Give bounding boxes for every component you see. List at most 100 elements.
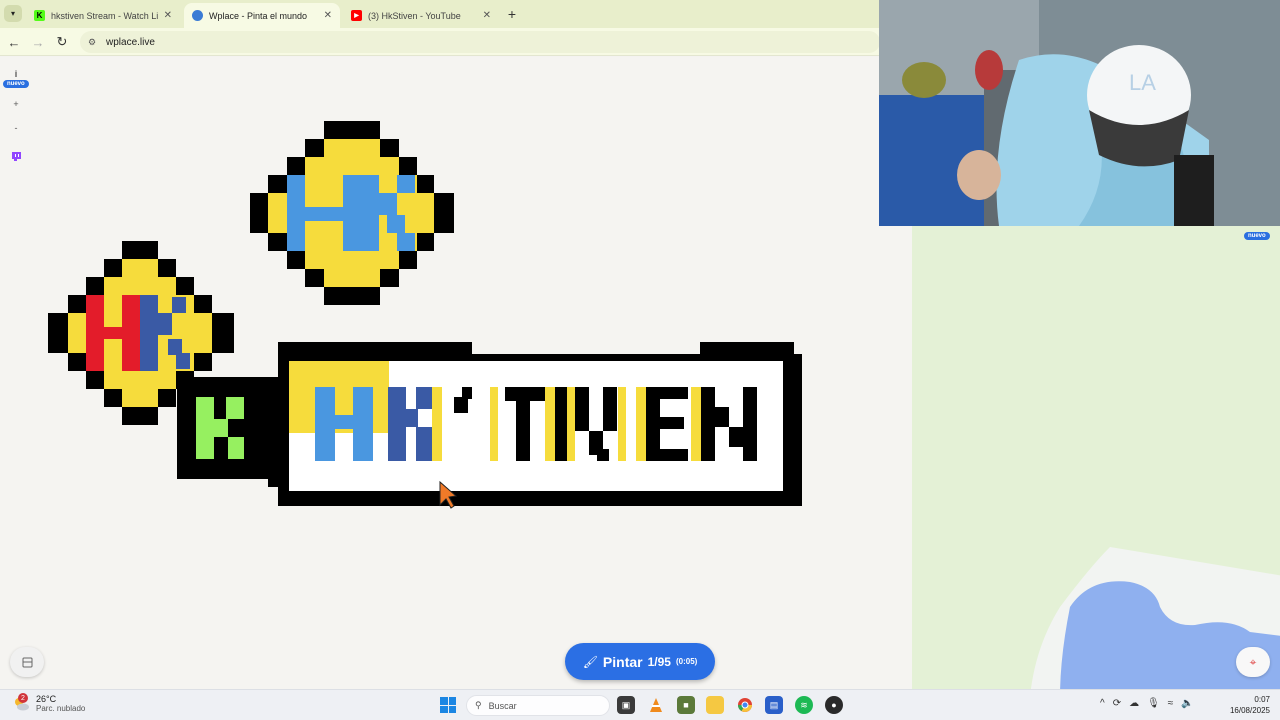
tab-wplace[interactable]: Wplace - Pinta el mundo ✕ [184, 3, 340, 28]
pixel-block [660, 387, 688, 399]
volume-icon[interactable]: 🔈 [1181, 698, 1193, 709]
weather-icon: 2 [12, 693, 30, 712]
paint-button[interactable]: 🖌 Pintar 1/95 (0:05) [565, 643, 715, 680]
zoom-out-button[interactable]: - [9, 121, 23, 135]
windows-start-icon[interactable] [440, 697, 456, 713]
weather-widget[interactable]: 2 26°C Parc. nublado [12, 693, 86, 714]
pixel-block [278, 342, 472, 354]
locate-button[interactable]: ⌖ [1236, 647, 1270, 677]
clock[interactable]: 0:07 16/08/2025 [1222, 694, 1270, 716]
wifi-icon[interactable]: ≈ [1168, 698, 1174, 709]
globe-icon [192, 10, 203, 21]
svg-text:LA: LA [1129, 70, 1156, 95]
pixel-block [379, 193, 397, 215]
pixel-block [196, 397, 214, 459]
reload-icon[interactable]: ↻ [53, 33, 71, 51]
alert-count: 2 [18, 693, 28, 703]
pixel-block [324, 287, 380, 305]
tab-kick-stream[interactable]: K hkstiven Stream - Watch Live o ✕ [26, 3, 180, 28]
pixel-block [416, 427, 432, 461]
vlc-icon[interactable] [647, 696, 665, 714]
pixel-block [268, 377, 288, 487]
weather-condition: Parc. nublado [36, 704, 86, 713]
pixel-block [361, 175, 379, 251]
pixel-block [597, 449, 609, 461]
tab-search-button[interactable]: ▾ [4, 5, 22, 22]
cloud-icon[interactable]: ☁ [1129, 698, 1139, 709]
brush-icon: 🖌 [582, 654, 598, 669]
taskbar-search[interactable]: ⚲ Buscar [466, 695, 610, 716]
pixel-block [140, 295, 158, 371]
pixel-block [335, 415, 353, 429]
pixel-block [505, 387, 549, 401]
pixel-block [387, 215, 405, 233]
pixel-block [454, 397, 468, 413]
pixel-block [432, 387, 442, 461]
clock-time: 0:07 [1254, 695, 1270, 704]
pixel-block [168, 339, 182, 355]
close-icon[interactable]: ✕ [164, 10, 172, 21]
clock-date: 16/08/2025 [1229, 706, 1270, 715]
spotify-icon[interactable]: ≋ [795, 696, 813, 714]
new-badge: nuevo [1244, 232, 1270, 240]
close-icon[interactable]: ✕ [324, 10, 332, 21]
pixel-block [567, 387, 575, 461]
pixel-block [700, 342, 794, 354]
pixel-block [104, 371, 176, 389]
pixel-block [305, 207, 343, 221]
pixel-block [575, 387, 589, 431]
obs-icon[interactable]: ● [825, 696, 843, 714]
pixel-block [715, 407, 729, 427]
back-icon[interactable]: ← [5, 33, 23, 51]
pixel-block [104, 327, 122, 339]
tab-label: Wplace - Pinta el mundo [209, 10, 308, 21]
paint-timer: (0:05) [675, 657, 698, 666]
pixel-block [324, 269, 380, 287]
minecraft-icon[interactable]: ■ [677, 696, 695, 714]
webcam-overlay: LA [879, 0, 1280, 226]
pixel-block [743, 387, 757, 461]
chrome-icon[interactable] [736, 696, 754, 714]
youtube-icon: ▶ [351, 10, 362, 21]
store-icon[interactable]: ▤ [765, 696, 783, 714]
grid-icon [22, 657, 32, 667]
system-tray: ^ ⟳ ☁ 🎙 ≈ 🔈 [1100, 698, 1194, 709]
file-explorer-icon[interactable] [706, 696, 724, 714]
mic-icon[interactable]: 🎙 [1147, 698, 1160, 709]
tab-youtube[interactable]: ▶ (3) HkStiven - YouTube ✕ [343, 3, 499, 28]
pixel-block [397, 175, 415, 193]
zoom-in-button[interactable]: + [9, 97, 23, 111]
pixel-block [122, 407, 158, 425]
crosshair-icon: ⌖ [1249, 654, 1257, 669]
taskbar: 2 26°C Parc. nublado ⚲ Buscar ▣ ■ ▤ ≋ ● … [0, 689, 1280, 720]
pixel-block [122, 295, 140, 371]
pixel-block [226, 397, 244, 419]
new-badge: nuevo [3, 80, 29, 88]
close-icon[interactable]: ✕ [483, 10, 491, 21]
pixel-block [278, 494, 398, 506]
task-view-icon[interactable]: ▣ [617, 696, 635, 714]
palette-toggle-button[interactable] [10, 647, 44, 677]
new-tab-button[interactable]: + [504, 5, 520, 22]
address-bar[interactable]: ⚙ wplace.live [80, 31, 880, 53]
twitch-icon[interactable] [9, 149, 23, 163]
paint-label: Pintar [602, 653, 643, 670]
pixel-block [462, 387, 472, 399]
chevron-up-icon[interactable]: ^ [1100, 698, 1105, 709]
pixel-block [388, 387, 406, 461]
emblem-top [250, 121, 454, 305]
pixel-block [122, 241, 158, 259]
pixel-block [228, 437, 244, 459]
pixel-block [324, 121, 380, 139]
info-icon[interactable]: i [9, 67, 23, 81]
search-placeholder: Buscar [488, 700, 517, 711]
forward-icon[interactable]: → [29, 33, 47, 51]
sync-icon[interactable]: ⟳ [1113, 698, 1121, 709]
site-info-icon[interactable]: ⚙ [88, 37, 100, 48]
pixel-block [214, 419, 228, 437]
pixel-block [660, 449, 688, 461]
paint-count: 1/95 [647, 654, 671, 669]
pixel-art [48, 121, 802, 509]
pixel-block [660, 417, 684, 429]
pixel-block [287, 175, 305, 251]
